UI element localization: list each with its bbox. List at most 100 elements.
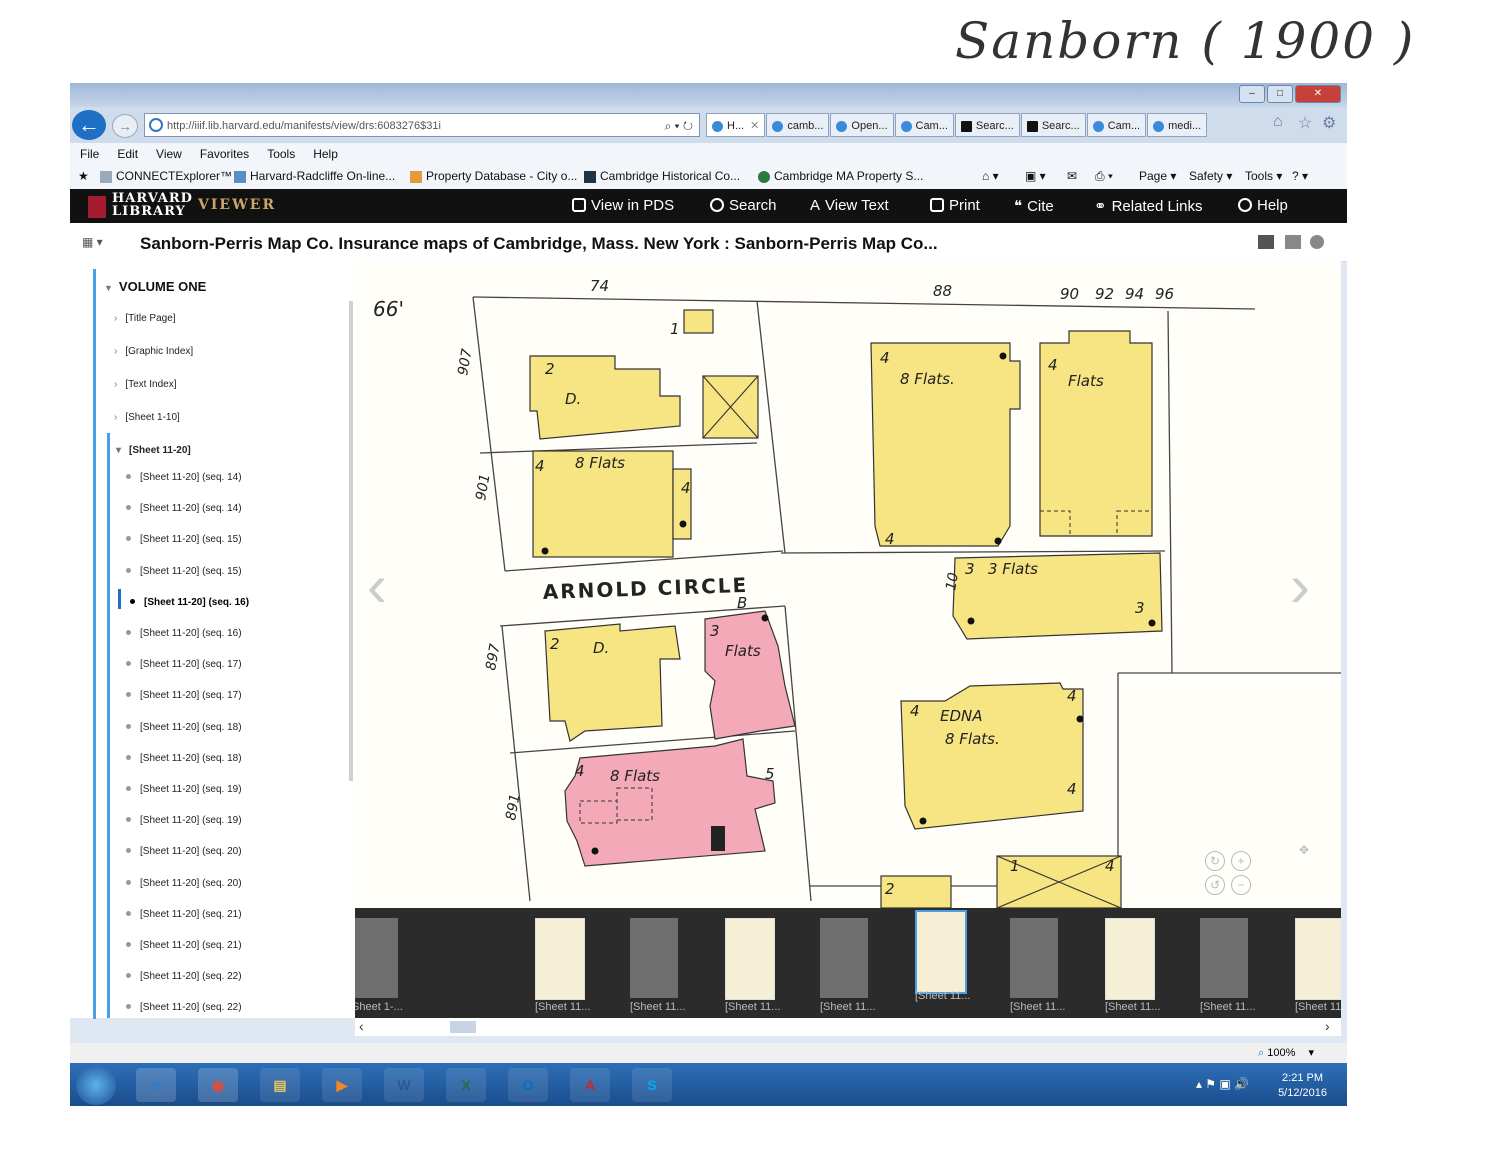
acrobat-icon[interactable]: A: [570, 1068, 610, 1102]
tab-3[interactable]: Open...: [830, 113, 894, 137]
print-button[interactable]: Print: [930, 197, 980, 214]
scroll-left-icon[interactable]: ‹: [359, 1018, 364, 1034]
toc-sheet-item[interactable]: [Sheet 11-20] (seq. 16): [126, 628, 242, 639]
outlook-icon[interactable]: O: [508, 1068, 548, 1102]
page-thumbnail[interactable]: [1010, 918, 1058, 998]
toc-sheet-item[interactable]: [Sheet 11-20] (seq. 19): [126, 815, 242, 826]
toc-sheet-item[interactable]: [Sheet 11-20] (seq. 21): [126, 940, 242, 951]
toc-sheet-item[interactable]: [Sheet 11-20] (seq. 16): [130, 597, 249, 608]
start-button[interactable]: [76, 1065, 116, 1105]
toc-sheet-item[interactable]: [Sheet 11-20] (seq. 14): [126, 503, 242, 514]
toc-sheet-item[interactable]: [Sheet 11-20] (seq. 15): [126, 566, 242, 577]
address-bar[interactable]: http://iiif.lib.harvard.edu/manifests/vi…: [144, 113, 700, 137]
info-icon[interactable]: [1310, 235, 1324, 249]
toc-sheet-item[interactable]: [Sheet 11-20] (seq. 17): [126, 690, 242, 701]
tab-2[interactable]: camb...: [766, 113, 830, 137]
search-button[interactable]: Search: [710, 197, 777, 214]
tab-1[interactable]: H... ✕: [706, 113, 766, 137]
explorer-folder-icon[interactable]: ▤: [260, 1068, 300, 1102]
chrome-icon[interactable]: ◉: [198, 1068, 238, 1102]
image-view-icon[interactable]: [1258, 235, 1274, 249]
harvard-library-logo[interactable]: HARVARD LIBRARY: [112, 192, 193, 218]
panel-toggle-icon[interactable]: ▦ ▾: [82, 235, 103, 249]
maximize-button[interactable]: □: [1267, 85, 1293, 103]
ie-icon[interactable]: e: [136, 1068, 176, 1102]
tab-5[interactable]: Searc...: [954, 113, 1020, 137]
excel-icon[interactable]: X: [446, 1068, 486, 1102]
map-viewport[interactable]: ARNOLD CIRCLE 74 88 90 92 94 96 66' 907 901 897 891…: [355, 261, 1341, 908]
toc-sheet-item[interactable]: [Sheet 11-20] (seq. 18): [126, 722, 242, 733]
toc-sheet-item[interactable]: [Sheet 11-20] (seq. 14): [126, 472, 242, 483]
page-thumbnail[interactable]: [355, 918, 398, 998]
zoom-level[interactable]: ⌕ 100% ▾: [1258, 1046, 1314, 1060]
toc-sheet-item[interactable]: [Sheet 11-20] (seq. 20): [126, 878, 242, 889]
toc-sheet-item[interactable]: [Sheet 11-20] (seq. 22): [126, 1002, 242, 1013]
fav-harvard-radcliffe[interactable]: Harvard-Radcliffe On-line...: [234, 169, 395, 183]
grid-view-icon[interactable]: [1285, 235, 1301, 249]
close-tab-icon[interactable]: ✕: [750, 120, 759, 132]
clock[interactable]: 2:21 PM 5/12/2016: [1278, 1071, 1327, 1101]
menu-view[interactable]: View: [156, 147, 182, 161]
page-thumbnail[interactable]: [1200, 918, 1248, 998]
view-text-button[interactable]: A View Text: [810, 197, 889, 214]
home-icon[interactable]: ⌂: [1273, 113, 1283, 131]
page-thumbnail[interactable]: [535, 918, 585, 1000]
back-button[interactable]: ←: [72, 110, 106, 140]
tab-4[interactable]: Cam...: [894, 113, 954, 137]
toc-sheet-item[interactable]: [Sheet 11-20] (seq. 18): [126, 753, 242, 764]
sidebar-scrollbar[interactable]: [349, 301, 353, 781]
toc-sheet-1-10[interactable]: › [Sheet 1-10]: [114, 412, 180, 423]
related-links-button[interactable]: ⚭ Related Links: [1094, 197, 1202, 215]
system-tray[interactable]: ▴ ⚑ ▣ 🔊: [1196, 1077, 1249, 1091]
fav-connectexplorer[interactable]: CONNECTExplorer™: [100, 169, 232, 183]
tab-8[interactable]: medi...: [1147, 113, 1208, 137]
view-in-pds-button[interactable]: View in PDS: [572, 197, 674, 214]
page-thumbnail[interactable]: [1295, 918, 1341, 1000]
pan-control-icon[interactable]: ✥: [1295, 841, 1313, 859]
scroll-right-icon[interactable]: ›: [1325, 1018, 1330, 1034]
feeds-icon[interactable]: ▣ ▾: [1025, 169, 1046, 183]
safety-menu[interactable]: Safety ▾: [1189, 169, 1232, 183]
toc-title-page[interactable]: › [Title Page]: [114, 313, 176, 324]
rotate-cw-icon[interactable]: ↻: [1205, 851, 1225, 871]
page-thumbnail[interactable]: [1105, 918, 1155, 1000]
forward-button[interactable]: →: [112, 114, 138, 138]
tools-menu[interactable]: Tools ▾: [1245, 169, 1282, 183]
star-icon[interactable]: ☆: [1298, 113, 1312, 133]
toc-sheet-11-20[interactable]: ▾ [Sheet 11-20]: [116, 445, 191, 456]
home-cmd-icon[interactable]: ⌂ ▾: [982, 169, 999, 183]
tab-6[interactable]: Searc...: [1020, 113, 1086, 137]
page-thumbnail[interactable]: [630, 918, 678, 998]
print-cmd-icon[interactable]: ⎙ ▾: [1095, 169, 1113, 184]
menu-tools[interactable]: Tools: [267, 147, 295, 161]
minimize-button[interactable]: –: [1239, 85, 1265, 103]
menu-edit[interactable]: Edit: [117, 147, 138, 161]
toc-sheet-item[interactable]: [Sheet 11-20] (seq. 20): [126, 846, 242, 857]
rotate-ccw-icon[interactable]: ↺: [1205, 875, 1225, 895]
toc-sheet-item[interactable]: [Sheet 11-20] (seq. 15): [126, 534, 242, 545]
fav-cambridge-historical[interactable]: Cambridge Historical Co...: [584, 169, 740, 183]
page-menu[interactable]: Page ▾: [1139, 169, 1176, 183]
toc-sheet-item[interactable]: [Sheet 11-20] (seq. 21): [126, 909, 242, 920]
toc-sheet-item[interactable]: [Sheet 11-20] (seq. 17): [126, 659, 242, 670]
page-thumbnail[interactable]: [915, 910, 967, 994]
gear-icon[interactable]: ⚙: [1322, 113, 1336, 133]
fav-cambridge-property[interactable]: Cambridge MA Property S...: [758, 169, 923, 183]
menu-help[interactable]: Help: [313, 147, 338, 161]
toc-sheet-item[interactable]: [Sheet 11-20] (seq. 22): [126, 971, 242, 982]
skype-icon[interactable]: S: [632, 1068, 672, 1102]
volume-heading[interactable]: ▼ VOLUME ONE: [104, 279, 206, 294]
filmstrip-scrollbar[interactable]: ‹ ›: [355, 1018, 1341, 1036]
previous-page-arrow[interactable]: ‹: [367, 551, 387, 620]
toc-text-index[interactable]: › [Text Index]: [114, 379, 176, 390]
page-thumbnail[interactable]: [820, 918, 868, 998]
favorites-star-icon[interactable]: ★: [78, 169, 89, 183]
toc-sheet-item[interactable]: [Sheet 11-20] (seq. 19): [126, 784, 242, 795]
address-controls[interactable]: ⌕ ▾ ↻: [664, 114, 693, 138]
menu-file[interactable]: File: [80, 147, 99, 161]
cite-button[interactable]: ❝ Cite: [1014, 197, 1054, 215]
mail-icon[interactable]: ✉: [1067, 169, 1077, 183]
media-player-icon[interactable]: ▶: [322, 1068, 362, 1102]
zoom-in-icon[interactable]: +: [1231, 851, 1251, 871]
menu-favorites[interactable]: Favorites: [200, 147, 249, 161]
